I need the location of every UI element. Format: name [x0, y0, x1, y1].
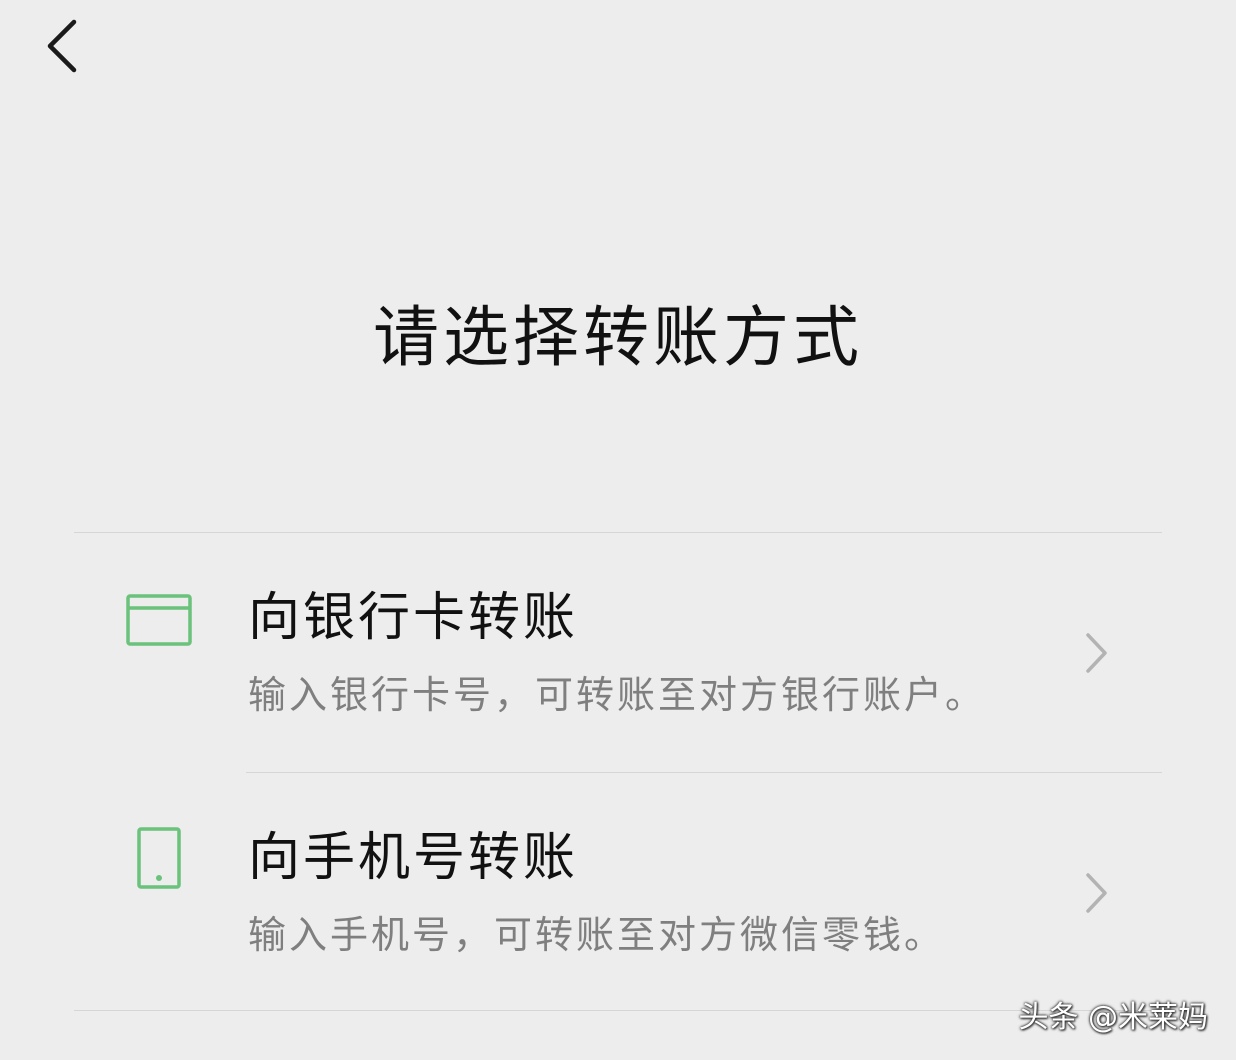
back-button[interactable] [30, 12, 94, 84]
divider-middle [246, 772, 1162, 773]
option-title: 向手机号转账 [248, 828, 579, 888]
option-description: 输入银行卡号，可转账至对方银行账户。 [248, 673, 987, 717]
bank-card-icon [114, 594, 204, 684]
page-title: 请选择转账方式 [373, 299, 863, 376]
divider-top [74, 532, 1162, 533]
option-bank-card-transfer[interactable]: 向银行卡转账 输入银行卡号，可转账至对方银行账户。 [74, 534, 1162, 772]
divider-bottom [74, 1010, 1162, 1011]
phone-icon [114, 826, 204, 916]
option-phone-transfer[interactable]: 向手机号转账 输入手机号，可转账至对方微信零钱。 [74, 774, 1162, 1012]
watermark: 头条 @米莱妈 [1018, 1000, 1208, 1035]
chevron-left-icon [42, 16, 82, 80]
option-title: 向银行卡转账 [248, 588, 579, 648]
option-description: 输入手机号，可转账至对方微信零钱。 [248, 913, 946, 957]
chevron-right-icon [1076, 868, 1116, 918]
chevron-right-icon [1076, 628, 1116, 678]
